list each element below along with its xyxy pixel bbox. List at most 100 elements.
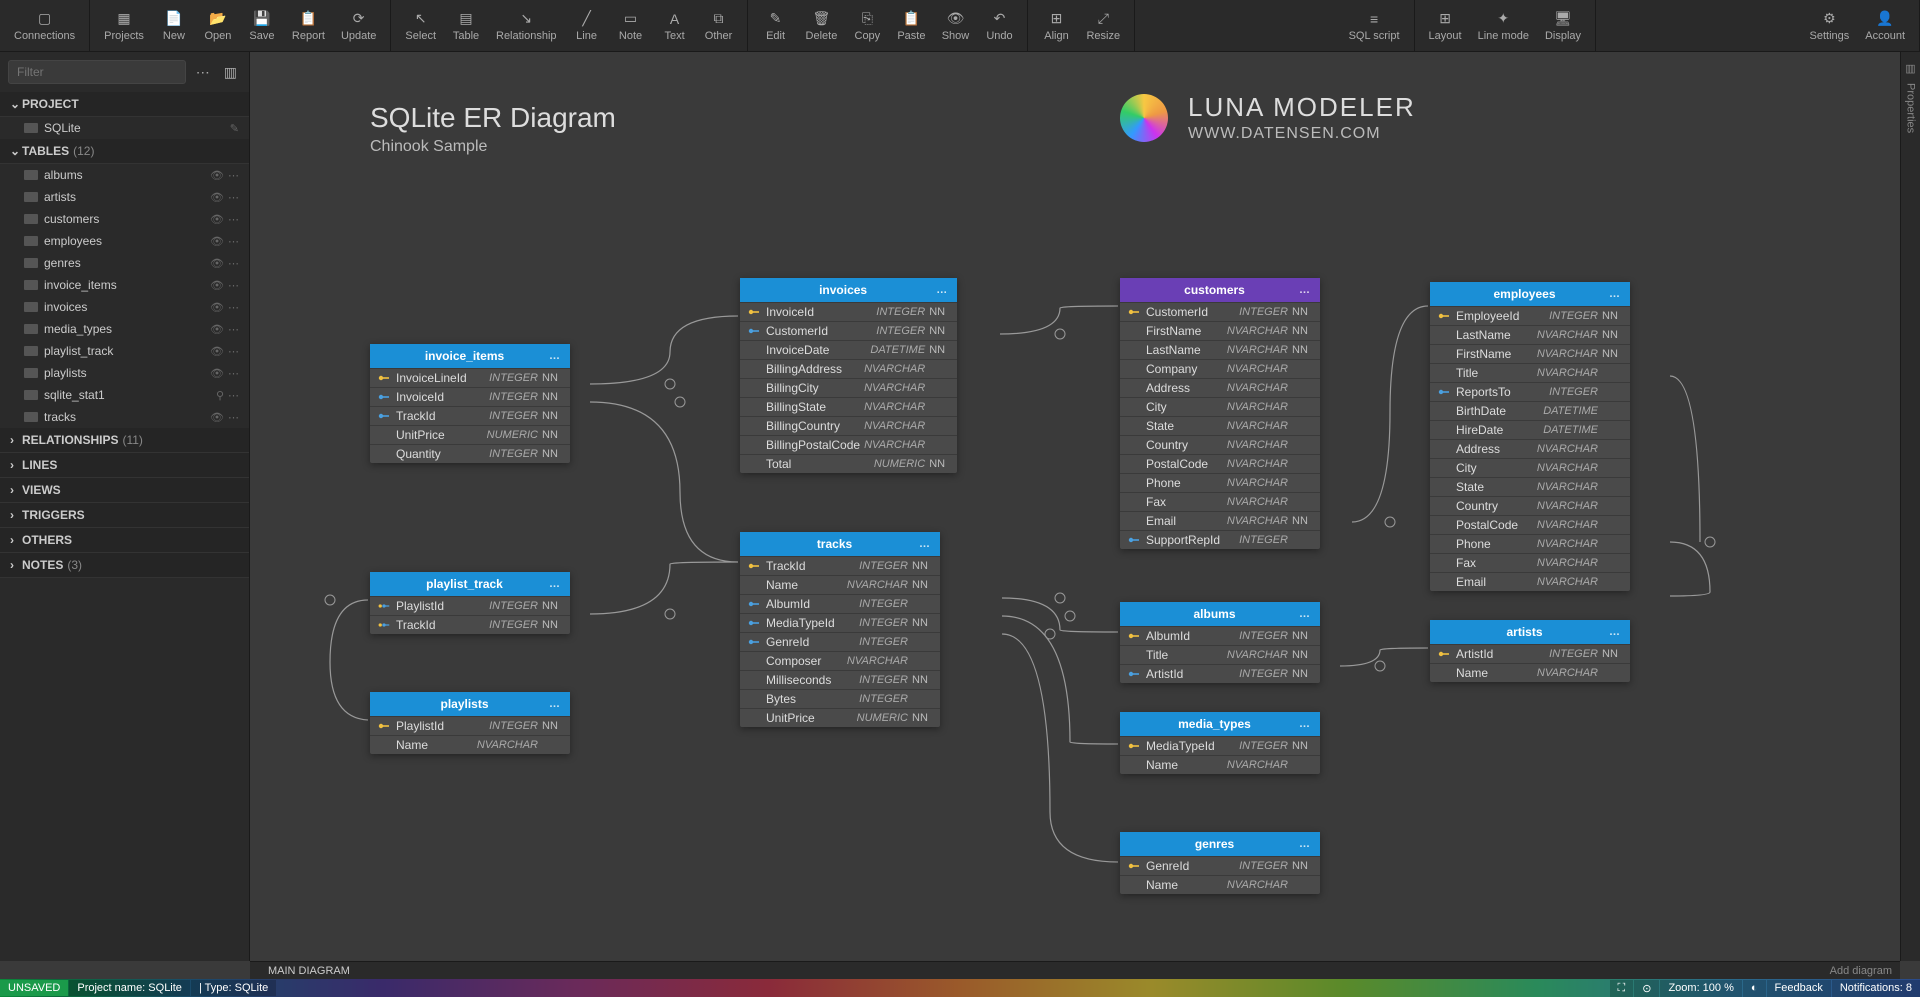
table-row[interactable]: PostalCodeNVARCHAR xyxy=(1430,515,1630,534)
table-playlist_track[interactable]: playlist_track…PlaylistIdINTEGERNNTrackI… xyxy=(370,572,570,634)
tree-item-invoices[interactable]: invoices👁⋯ xyxy=(0,296,249,318)
tree-item-employees[interactable]: employees👁⋯ xyxy=(0,230,249,252)
note-button[interactable]: ▭Note xyxy=(609,0,653,51)
table-row[interactable]: CityNVARCHAR xyxy=(1430,458,1630,477)
table-row[interactable]: InvoiceLineIdINTEGERNN xyxy=(370,368,570,387)
projects-button[interactable]: ▦Projects xyxy=(96,0,152,51)
tree-item-invoice_items[interactable]: invoice_items👁⋯ xyxy=(0,274,249,296)
table-genres[interactable]: genres…GenreIdINTEGERNNNameNVARCHAR xyxy=(1120,832,1320,894)
table-row[interactable]: AlbumIdINTEGER xyxy=(740,594,940,613)
table-menu-icon[interactable]: … xyxy=(1609,626,1620,638)
visibility-icon[interactable]: 👁 xyxy=(210,323,224,336)
table-menu-icon[interactable]: … xyxy=(919,538,930,550)
table-row[interactable]: NameNVARCHAR xyxy=(370,735,570,754)
properties-panel-collapsed[interactable]: ▥ Properties xyxy=(1900,52,1920,961)
report-button[interactable]: 📋Report xyxy=(284,0,333,51)
table-row[interactable]: MediaTypeIdINTEGERNN xyxy=(740,613,940,632)
open-button[interactable]: 📂Open xyxy=(196,0,240,51)
relationship-handle-icon[interactable] xyxy=(325,595,335,605)
relationship-line[interactable] xyxy=(1670,376,1710,596)
update-button[interactable]: ⟳Update xyxy=(333,0,384,51)
table-row[interactable]: SupportRepIdINTEGER xyxy=(1120,530,1320,549)
table-row[interactable]: GenreIdINTEGER xyxy=(740,632,940,651)
filter-menu-icon[interactable]: ⋯ xyxy=(192,64,214,81)
table-row[interactable]: UnitPriceNUMERICNN xyxy=(370,425,570,444)
resize-button[interactable]: ⤢Resize xyxy=(1078,0,1128,51)
table-row[interactable]: CustomerIdINTEGERNN xyxy=(740,321,957,340)
item-menu-icon[interactable]: ⋯ xyxy=(228,235,239,248)
table-row[interactable]: TitleNVARCHARNN xyxy=(1120,645,1320,664)
account-button[interactable]: 👤Account xyxy=(1857,0,1913,51)
tree-item-tracks[interactable]: tracks👁⋯ xyxy=(0,406,249,428)
visibility-icon[interactable]: 👁 xyxy=(210,213,224,226)
relationship-line[interactable] xyxy=(1002,598,1118,632)
table-tracks[interactable]: tracks…TrackIdINTEGERNNNameNVARCHARNNAlb… xyxy=(740,532,940,727)
table-menu-icon[interactable]: … xyxy=(549,578,560,590)
table-row[interactable]: InvoiceIdINTEGERNN xyxy=(740,302,957,321)
table-row[interactable]: EmployeeIdINTEGERNN xyxy=(1430,306,1630,325)
item-menu-icon[interactable]: ⋯ xyxy=(228,191,239,204)
table-row[interactable]: NameNVARCHAR xyxy=(1430,663,1630,682)
table-row[interactable]: BillingCountryNVARCHAR xyxy=(740,416,957,435)
table-row[interactable]: PhoneNVARCHAR xyxy=(1430,534,1630,553)
tree-item-media_types[interactable]: media_types👁⋯ xyxy=(0,318,249,340)
relationship-handle-icon[interactable] xyxy=(1385,517,1395,527)
section-triggers[interactable]: ›TRIGGERS xyxy=(0,503,249,528)
relationship-handle-icon[interactable] xyxy=(1045,629,1055,639)
table-row[interactable]: TitleNVARCHAR xyxy=(1430,363,1630,382)
relationship-handle-icon[interactable] xyxy=(1705,537,1715,547)
section-views[interactable]: ›VIEWS xyxy=(0,478,249,503)
relationship-line[interactable] xyxy=(1340,648,1428,666)
table-row[interactable]: FaxNVARCHAR xyxy=(1120,492,1320,511)
zoom-reset-icon[interactable]: ⊙ xyxy=(1634,980,1659,997)
relationship-line[interactable] xyxy=(1002,616,1118,744)
table-row[interactable]: LastNameNVARCHARNN xyxy=(1120,340,1320,359)
table-row[interactable]: TrackIdINTEGERNN xyxy=(370,406,570,425)
table-row[interactable]: CustomerIdINTEGERNN xyxy=(1120,302,1320,321)
tree-item-albums[interactable]: albums👁⋯ xyxy=(0,164,249,186)
item-menu-icon[interactable]: ⋯ xyxy=(228,345,239,358)
visibility-icon[interactable]: 👁 xyxy=(210,191,224,204)
table-albums[interactable]: albums…AlbumIdINTEGERNNTitleNVARCHARNNAr… xyxy=(1120,602,1320,683)
visibility-icon[interactable]: 👁 xyxy=(210,169,224,182)
item-menu-icon[interactable]: ⋯ xyxy=(228,213,239,226)
paste-button[interactable]: 📋Paste xyxy=(889,0,933,51)
table-row[interactable]: MillisecondsINTEGERNN xyxy=(740,670,940,689)
sql-script-button[interactable]: ≡SQL script xyxy=(1341,0,1408,51)
table-row[interactable]: CountryNVARCHAR xyxy=(1120,435,1320,454)
relationship-line[interactable] xyxy=(1352,306,1428,522)
connections-button[interactable]: ▢Connections xyxy=(6,0,83,51)
table-employees[interactable]: employees…EmployeeIdINTEGERNNLastNameNVA… xyxy=(1430,282,1630,591)
table-row[interactable]: QuantityINTEGERNN xyxy=(370,444,570,463)
tab-main-diagram[interactable]: MAIN DIAGRAM xyxy=(258,963,360,979)
delete-button[interactable]: 🗑Delete xyxy=(798,0,846,51)
table-row[interactable]: InvoiceIdINTEGERNN xyxy=(370,387,570,406)
relationship-line[interactable] xyxy=(330,600,368,720)
table-row[interactable]: FirstNameNVARCHARNN xyxy=(1430,344,1630,363)
filter-input[interactable] xyxy=(8,60,186,84)
table-row[interactable]: CountryNVARCHAR xyxy=(1430,496,1630,515)
table-row[interactable]: PlaylistIdINTEGERNN xyxy=(370,716,570,735)
copy-button[interactable]: ⎘Copy xyxy=(845,0,889,51)
relationship-line[interactable] xyxy=(1002,634,1118,862)
visibility-icon[interactable]: 👁 xyxy=(210,257,224,270)
table-row[interactable]: NameNVARCHAR xyxy=(1120,755,1320,774)
section-relationships[interactable]: ›RELATIONSHIPS(11) xyxy=(0,428,249,453)
table-invoice_items[interactable]: invoice_items…InvoiceLineIdINTEGERNNInvo… xyxy=(370,344,570,463)
table-row[interactable]: UnitPriceNUMERICNN xyxy=(740,708,940,727)
table-row[interactable]: ReportsToINTEGER xyxy=(1430,382,1630,401)
table-menu-icon[interactable]: … xyxy=(549,350,560,362)
add-diagram-button[interactable]: Add diagram xyxy=(1830,965,1892,977)
select-button[interactable]: ↖Select xyxy=(397,0,444,51)
section-lines[interactable]: ›LINES xyxy=(0,453,249,478)
section-notes[interactable]: ›NOTES(3) xyxy=(0,553,249,578)
table-media_types[interactable]: media_types…MediaTypeIdINTEGERNNNameNVAR… xyxy=(1120,712,1320,774)
theme-icon[interactable]: ◐ xyxy=(1743,980,1766,997)
table-row[interactable]: InvoiceDateDATETIMENN xyxy=(740,340,957,359)
tree-item-SQLite[interactable]: SQLite✎ xyxy=(0,117,249,139)
table-row[interactable]: BillingCityNVARCHAR xyxy=(740,378,957,397)
table-row[interactable]: ArtistIdINTEGERNN xyxy=(1430,644,1630,663)
line-mode-button[interactable]: ✦Line mode xyxy=(1470,0,1537,51)
item-menu-icon[interactable]: ⋯ xyxy=(228,389,239,402)
tree-item-sqlite_stat1[interactable]: sqlite_stat1⚲⋯ xyxy=(0,384,249,406)
